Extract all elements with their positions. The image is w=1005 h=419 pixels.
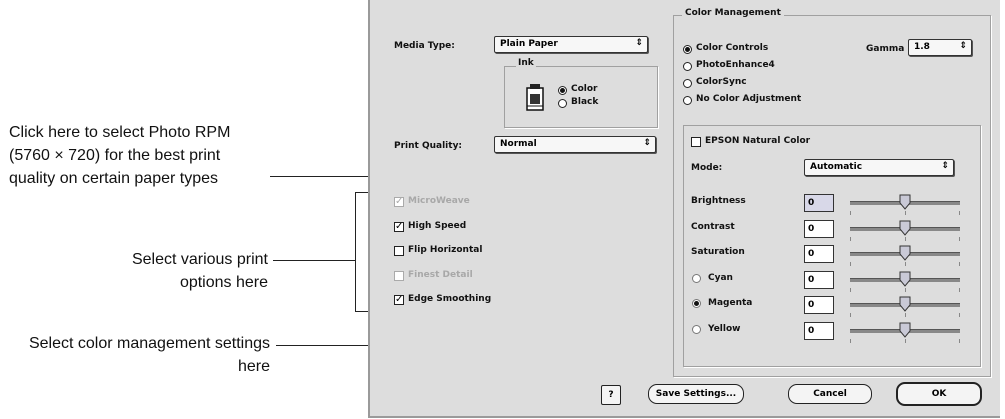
- yellow-value-field[interactable]: 0: [804, 322, 834, 340]
- colorsync-label: ColorSync: [696, 77, 747, 87]
- finest-detail-checkbox[interactable]: [394, 271, 404, 281]
- cyan-slider[interactable]: [850, 271, 960, 293]
- cyan-label: Cyan: [708, 273, 733, 283]
- epson-natural-color-checkbox[interactable]: [691, 137, 701, 147]
- help-button[interactable]: ?: [601, 385, 621, 405]
- slider-tick: [959, 237, 960, 241]
- slider-tick: [959, 288, 960, 292]
- ink-label: Ink: [516, 58, 536, 68]
- callout-color-management: Select color management settings here: [28, 335, 270, 375]
- slider-tick: [850, 211, 851, 215]
- mode-value: Automatic: [810, 162, 863, 172]
- slider-thumb[interactable]: [899, 296, 911, 312]
- color-management-title: Color Management: [682, 8, 784, 18]
- mode-label: Mode:: [691, 163, 723, 173]
- brightness-value-field[interactable]: 0: [804, 194, 834, 212]
- magenta-label: Magenta: [708, 298, 753, 308]
- ok-button[interactable]: OK: [896, 382, 982, 406]
- cyan-value-field[interactable]: 0: [804, 271, 834, 289]
- edge-smoothing-label: Edge Smoothing: [408, 294, 492, 304]
- slider-tick: [905, 339, 906, 343]
- slider-tick: [905, 262, 906, 266]
- contrast-value-field[interactable]: 0: [804, 220, 834, 238]
- photoenhance-radio[interactable]: [683, 62, 692, 71]
- epson-natural-color-label: EPSON Natural Color: [705, 136, 811, 146]
- finest-detail-label: Finest Detail: [408, 270, 473, 280]
- mode-popup[interactable]: Automatic ⇕: [804, 159, 954, 176]
- saturation-value-field[interactable]: 0: [804, 245, 834, 263]
- slider-tick: [959, 262, 960, 266]
- media-type-popup[interactable]: Plain Paper ⇕: [494, 36, 648, 53]
- media-type-label: Media Type:: [394, 41, 455, 51]
- yellow-radio[interactable]: [692, 325, 701, 334]
- no-color-adjustment-radio[interactable]: [683, 96, 692, 105]
- print-quality-label: Print Quality:: [394, 141, 463, 151]
- colorsync-radio[interactable]: [683, 79, 692, 88]
- popup-arrows-icon: ⇕: [959, 41, 967, 51]
- microweave-label: MicroWeave: [408, 196, 470, 206]
- save-settings-button[interactable]: Save Settings...: [648, 384, 744, 404]
- contrast-label: Contrast: [691, 222, 735, 232]
- magenta-slider[interactable]: [850, 296, 960, 318]
- print-quality-value: Normal: [500, 139, 537, 149]
- ink-color-label: Color: [571, 84, 598, 94]
- media-type-value: Plain Paper: [500, 39, 558, 49]
- microweave-checkbox[interactable]: ✓: [394, 197, 404, 207]
- brightness-slider[interactable]: [850, 194, 960, 216]
- yellow-slider[interactable]: [850, 322, 960, 344]
- slider-thumb[interactable]: [899, 220, 911, 236]
- gamma-popup[interactable]: 1.8 ⇕: [908, 39, 972, 56]
- slider-tick: [850, 313, 851, 317]
- slider-thumb[interactable]: [899, 322, 911, 338]
- slider-thumb[interactable]: [899, 245, 911, 261]
- ink-cartridge-icon: [526, 84, 544, 111]
- popup-arrows-icon: ⇕: [635, 38, 643, 48]
- slider-tick: [959, 211, 960, 215]
- slider-tick: [850, 262, 851, 266]
- popup-arrows-icon: ⇕: [643, 138, 651, 148]
- saturation-label: Saturation: [691, 247, 745, 257]
- slider-thumb[interactable]: [899, 194, 911, 210]
- slider-tick: [850, 339, 851, 343]
- popup-arrows-icon: ⇕: [941, 161, 949, 171]
- ink-black-radio[interactable]: [558, 99, 567, 108]
- slider-tick: [905, 288, 906, 292]
- slider-thumb[interactable]: [899, 271, 911, 287]
- slider-tick: [959, 313, 960, 317]
- high-speed-label: High Speed: [408, 221, 467, 231]
- ink-black-label: Black: [571, 97, 599, 107]
- magenta-radio[interactable]: [692, 299, 701, 308]
- slider-tick: [905, 211, 906, 215]
- color-controls-radio[interactable]: [683, 45, 692, 54]
- color-controls-label: Color Controls: [696, 43, 769, 53]
- cyan-radio[interactable]: [692, 274, 701, 283]
- yellow-label: Yellow: [708, 324, 741, 334]
- gamma-label: Gamma: [866, 44, 905, 54]
- slider-tick: [850, 288, 851, 292]
- flip-horizontal-label: Flip Horizontal: [408, 245, 483, 255]
- ink-color-radio[interactable]: [558, 86, 567, 95]
- high-speed-checkbox[interactable]: ✓: [394, 222, 404, 232]
- photoenhance-label: PhotoEnhance4: [696, 60, 775, 70]
- cancel-button[interactable]: Cancel: [788, 384, 872, 404]
- contrast-slider[interactable]: [850, 220, 960, 242]
- edge-smoothing-checkbox[interactable]: ✓: [394, 295, 404, 305]
- callout-print-quality: Click here to select Photo RPM (5760 × 7…: [9, 124, 231, 187]
- flip-horizontal-checkbox[interactable]: [394, 246, 404, 256]
- callout-print-options: Select various print options here: [131, 251, 268, 291]
- magenta-value-field[interactable]: 0: [804, 296, 834, 314]
- print-quality-popup[interactable]: Normal ⇕: [494, 136, 656, 153]
- slider-tick: [850, 237, 851, 241]
- slider-tick: [905, 313, 906, 317]
- callout-line: [273, 260, 355, 261]
- slider-tick: [959, 339, 960, 343]
- print-options-dialog: Media Type: Plain Paper ⇕ Ink Color Blac…: [368, 0, 1000, 418]
- gamma-value: 1.8: [914, 42, 930, 52]
- slider-tick: [905, 237, 906, 241]
- saturation-slider[interactable]: [850, 245, 960, 267]
- brightness-label: Brightness: [691, 196, 746, 206]
- no-color-adjustment-label: No Color Adjustment: [696, 94, 802, 104]
- callout-bracket: [355, 192, 356, 312]
